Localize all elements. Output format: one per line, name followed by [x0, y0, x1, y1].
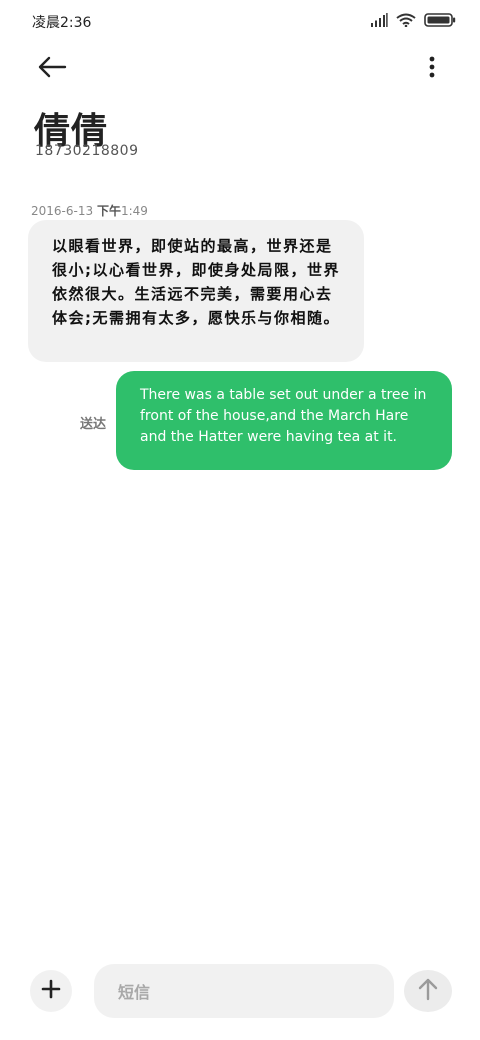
contact-number: 18730218809 — [35, 143, 139, 159]
back-button[interactable] — [30, 50, 74, 88]
send-button[interactable] — [404, 970, 452, 1012]
arrow-left-icon — [37, 56, 67, 82]
timestamp-time: 1:49 — [120, 204, 148, 218]
battery-icon — [424, 12, 456, 31]
add-attachment-button[interactable] — [30, 970, 72, 1012]
sent-message-bubble[interactable]: There was a table set out under a tree i… — [116, 371, 452, 470]
timestamp-ampm: 下午 — [96, 204, 121, 218]
status-bar: 凌晨2:36 — [0, 0, 480, 40]
arrow-up-icon — [417, 977, 439, 1005]
sent-message-text: There was a table set out under a tree i… — [140, 387, 427, 445]
more-vertical-icon — [429, 56, 435, 82]
more-options-button[interactable] — [420, 50, 444, 88]
received-message-bubble[interactable]: 以眼看世界，即使站的最高，世界还是很小;以心看世界，即使身处局限，世界依然很大。… — [28, 220, 364, 362]
message-input[interactable]: 短信 — [94, 964, 394, 1018]
status-icons — [370, 12, 456, 31]
wifi-icon — [396, 12, 416, 31]
status-time: 凌晨2:36 — [32, 15, 92, 31]
message-input-placeholder: 短信 — [118, 983, 151, 1002]
message-timestamp: 2016-6-13 下午1:49 — [31, 202, 148, 219]
received-message-text: 以眼看世界，即使站的最高，世界还是很小;以心看世界，即使身处局限，世界依然很大。… — [52, 237, 341, 327]
plus-icon — [41, 979, 61, 1003]
signal-icon — [370, 12, 388, 31]
delivery-status: 送达 — [80, 417, 107, 432]
timestamp-date: 2016-6-13 — [31, 204, 94, 218]
